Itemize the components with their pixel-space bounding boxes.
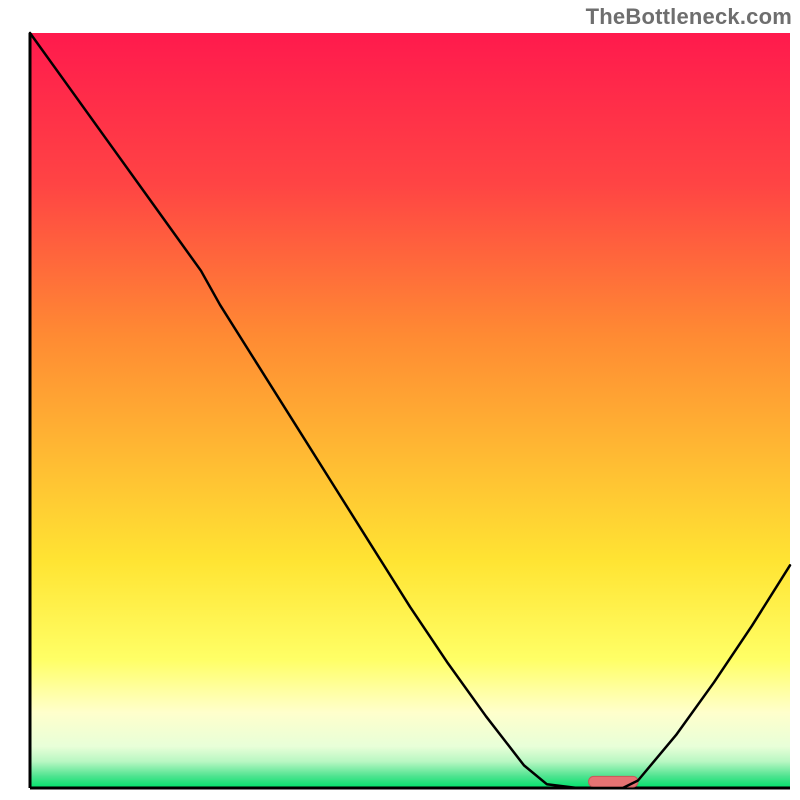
watermark-label: TheBottleneck.com (586, 4, 792, 30)
plot-background (30, 33, 790, 788)
bottleneck-chart (0, 0, 800, 800)
